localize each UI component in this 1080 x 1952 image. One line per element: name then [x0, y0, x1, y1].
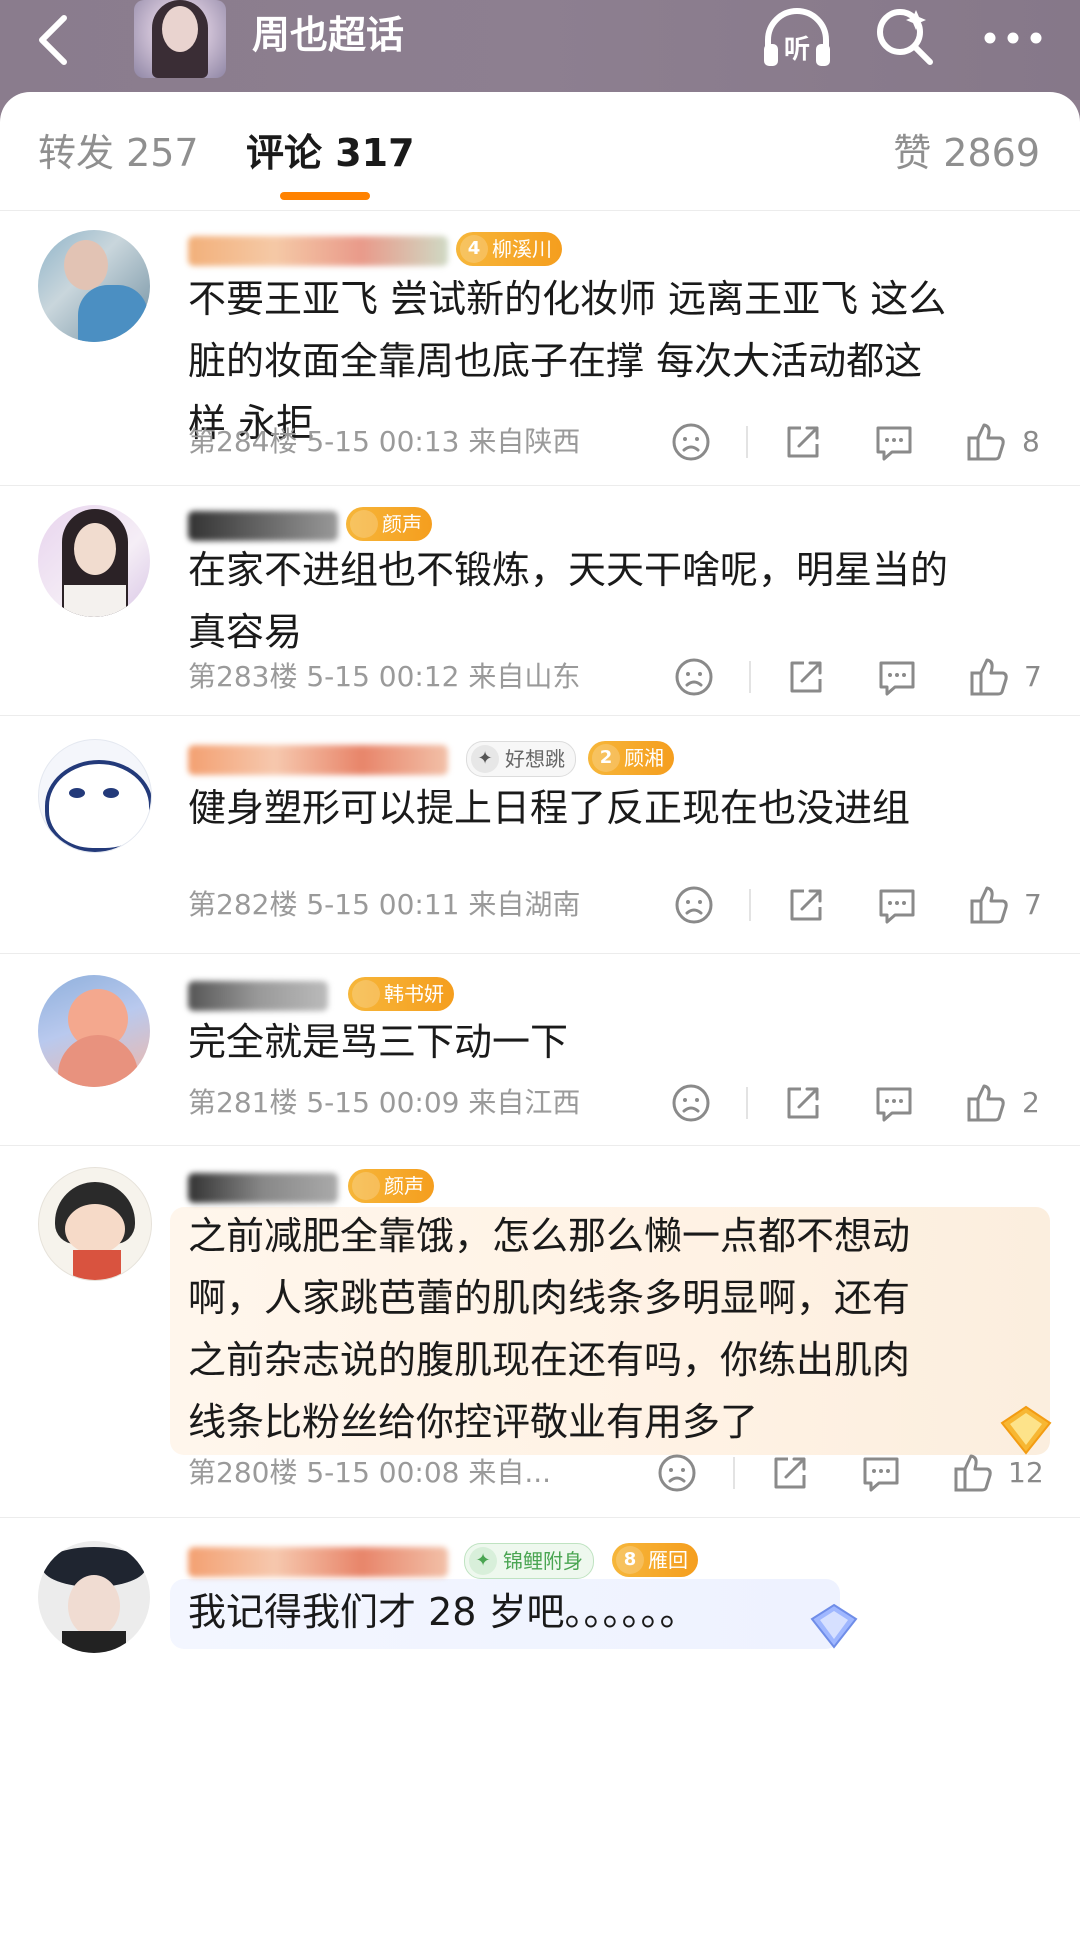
username[interactable]: 4 柳溪川	[188, 230, 788, 270]
fan-badge: 韩书妍	[348, 977, 454, 1011]
username[interactable]: ✦ 锦鲤附身 8 雁回	[188, 1541, 888, 1581]
avatar[interactable]	[38, 1541, 150, 1653]
dislike-icon[interactable]	[669, 420, 713, 464]
comment-actions: 8	[0, 420, 1080, 464]
fan-level-badge: 8 雁回	[612, 1543, 698, 1577]
tab-comment[interactable]: 评论 317	[246, 128, 415, 178]
comment-actions: 2	[0, 1081, 1080, 1125]
comment-text: 之前减肥全靠饿，怎么那么懒一点都不想动 啊，人家跳芭蕾的肌肉线条多明显啊，还有 …	[188, 1214, 911, 1444]
username[interactable]: ✦ 好想跳 2 顾湘	[188, 739, 788, 779]
tab-like[interactable]: 赞 2869	[893, 128, 1040, 178]
comment-text: 完全就是骂三下动一下	[188, 1020, 569, 1064]
comment-text: 我记得我们才 28 岁吧。。。。。。	[188, 1590, 698, 1634]
avatar[interactable]	[38, 975, 150, 1087]
share-icon[interactable]	[768, 1451, 812, 1495]
fan-badge: 颜声	[348, 1169, 434, 1203]
comment-item: ✦ 好想跳 2 顾湘 健身塑形可以提上日程了反正现在也没进组 第282楼 5-15 …	[0, 715, 1080, 954]
comment-text: 健身塑形可以提上日程了反正现在也没进组	[188, 786, 911, 830]
username[interactable]: 韩书妍	[188, 975, 688, 1015]
comment-item: 韩书妍 完全就是骂三下动一下 第281楼 5-15 00:09 来自江西 2	[0, 953, 1080, 1146]
comment-actions: 12	[0, 1451, 1080, 1495]
comment-sheet: 转发 257 评论 317 赞 2869 4 柳溪川 不要王亚飞 尝试新的化妆师 …	[0, 92, 1080, 1952]
share-icon[interactable]	[784, 655, 828, 699]
fan-level-badge: 2 顾湘	[588, 741, 674, 775]
avatar[interactable]	[38, 1167, 152, 1281]
like-icon[interactable]	[964, 420, 1008, 464]
avatar[interactable]	[38, 230, 150, 342]
comment-item: 颜声 在家不进组也不锻炼，天天干啥呢，明星当的 真容易 第283楼 5-15 0…	[0, 485, 1080, 716]
dislike-icon[interactable]	[669, 1081, 713, 1125]
back-arrow-icon[interactable]	[24, 8, 88, 72]
comment-icon[interactable]	[875, 883, 919, 927]
username[interactable]: 颜声	[188, 1167, 688, 1207]
comment-actions: 7	[0, 883, 1080, 927]
like-count: 7	[1024, 888, 1042, 921]
tab-bar: 转发 257 评论 317 赞 2869	[0, 92, 1080, 211]
comment-icon[interactable]	[859, 1451, 903, 1495]
fan-level-badge: 4 柳溪川	[456, 232, 562, 266]
tab-active-indicator	[280, 192, 370, 200]
status-badge: ✦ 好想跳	[466, 741, 576, 777]
comment-item: ✦ 锦鲤附身 8 雁回 我记得我们才 28 岁吧。。。。。。	[0, 1517, 1080, 1937]
comment-actions: 7	[0, 655, 1080, 699]
dislike-icon[interactable]	[655, 1451, 699, 1495]
comment-text: 在家不进组也不锻炼，天天干啥呢，明星当的 真容易	[188, 548, 949, 654]
svg-text:听: 听	[784, 35, 810, 65]
share-icon[interactable]	[781, 1081, 825, 1125]
like-count: 2	[1022, 1086, 1040, 1119]
comment-icon[interactable]	[875, 655, 919, 699]
like-icon[interactable]	[951, 1451, 995, 1495]
dislike-icon[interactable]	[672, 883, 716, 927]
tab-repost[interactable]: 转发 257	[38, 128, 199, 178]
avatar[interactable]	[38, 505, 150, 617]
like-count: 7	[1024, 660, 1042, 693]
dislike-icon[interactable]	[672, 655, 716, 699]
top-bar: 周也超话 听	[0, 0, 1080, 100]
comment-item: 4 柳溪川 不要王亚飞 尝试新的化妆师 远离王亚飞 这么 脏的妆面全靠周也底子在撑…	[0, 210, 1080, 486]
supertopic-avatar[interactable]	[134, 0, 226, 78]
avatar[interactable]	[38, 739, 152, 853]
fan-badge: 颜声	[346, 507, 432, 541]
like-icon[interactable]	[967, 655, 1011, 699]
share-icon[interactable]	[781, 420, 825, 464]
like-icon[interactable]	[964, 1081, 1008, 1125]
comment-item: 颜声 之前减肥全靠饿，怎么那么懒一点都不想动 啊，人家跳芭蕾的肌肉线条多明显啊，…	[0, 1145, 1080, 1518]
search-icon[interactable]	[872, 4, 938, 70]
share-icon[interactable]	[784, 883, 828, 927]
page-title: 周也超话	[252, 13, 405, 57]
like-count: 12	[1008, 1456, 1044, 1489]
more-icon[interactable]	[980, 10, 1046, 66]
comment-icon[interactable]	[872, 420, 916, 464]
comment-icon[interactable]	[872, 1081, 916, 1125]
listen-icon[interactable]: 听	[760, 6, 834, 72]
status-badge: ✦ 锦鲤附身	[464, 1543, 594, 1579]
like-count: 8	[1022, 425, 1040, 458]
like-icon[interactable]	[967, 883, 1011, 927]
